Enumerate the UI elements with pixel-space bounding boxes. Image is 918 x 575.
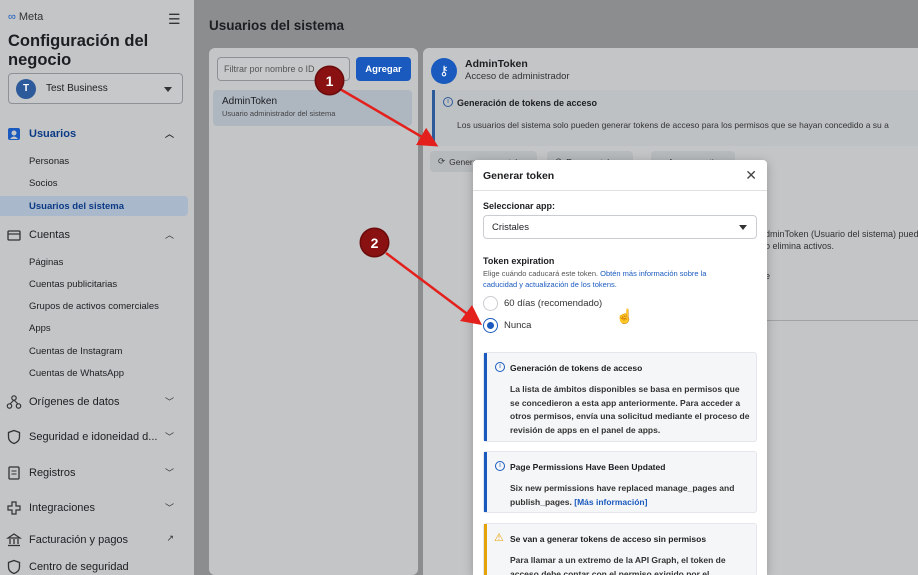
chevron-down-icon: ﹀ [164,397,174,407]
nav-section-seguridad[interactable]: Seguridad e idoneidad d... ﹀ [6,426,188,448]
page-permissions-info-box: i Page Permissions Have Been Updated Six… [483,451,757,513]
radio-60-days-label[interactable]: 60 días (recomendado) [504,298,602,309]
permissions-box-body: Six new permissions have replaced manage… [510,483,735,507]
key-icon: ⚷ [431,58,457,84]
info-icon: i [495,362,505,372]
annotation-badge-1: 1 [316,67,343,94]
meta-logo: ∞ Meta [8,11,44,23]
background-text-line-2: o elimina activos. [765,241,835,251]
business-selector[interactable]: T Test Business [8,73,183,104]
nav-item-apps[interactable]: Apps [0,318,188,338]
nav-item-paginas[interactable]: Páginas [0,252,188,272]
business-name: Test Business [46,83,108,94]
nav-item-grupos-activos[interactable]: Grupos de activos comerciales [0,296,188,316]
page-heading: Configuración del negocio [8,32,149,69]
nav-section-centro-seguridad[interactable]: Centro de seguridad [6,556,188,575]
security-center-icon [6,559,24,575]
annotation-badge-2: 2 [361,229,388,256]
info-icon: i [495,461,505,471]
app-select-dropdown[interactable]: Cristales [483,215,757,239]
sidebar: ∞ Meta ☰ Configuración del negocio T Tes… [0,0,194,575]
nav-item-socios[interactable]: Socios [0,173,188,193]
system-user-description: Usuario administrador del sistema [222,109,336,118]
detail-user-role: Acceso de administrador [465,71,570,82]
divider [765,320,918,321]
generate-token-modal: Generar token ✕ Seleccionar app: Cristal… [473,160,767,575]
add-button[interactable]: Agregar [356,57,411,81]
accounts-icon [6,227,24,243]
background-text-line-1: dminToken (Usuario del sistema) pued [765,229,918,239]
radio-never[interactable] [483,318,498,333]
system-user-list-item[interactable]: AdminToken Usuario administrador del sis… [213,90,412,126]
hamburger-menu-icon[interactable]: ☰ [168,12,181,26]
nav-section-origenes-datos[interactable]: Orígenes de datos ﹀ [6,391,188,413]
caret-down-icon [164,87,172,92]
nav-item-cuentas-instagram[interactable]: Cuentas de Instagram [0,341,188,361]
caret-down-icon [739,225,747,230]
expiration-help-text: Elige cuándo caducará este token. Obtén … [483,269,707,289]
nav-section-cuentas[interactable]: Cuentas ︿ [6,224,188,246]
chevron-up-icon: ︿ [164,129,174,139]
refresh-icon: ⟳ [438,156,446,166]
nav-item-usuarios-del-sistema[interactable]: Usuarios del sistema [0,196,188,216]
no-permissions-warning-box: ⚠ Se van a generar tokens de acceso sin … [483,523,757,575]
nav-section-registros[interactable]: Registros ﹀ [6,462,188,484]
nav-item-cuentas-publicitarias[interactable]: Cuentas publicitarias [0,274,188,294]
nav-section-usuarios[interactable]: Usuarios ︿ [6,123,188,145]
detail-user-name: AdminToken [465,58,528,70]
close-icon[interactable]: ✕ [745,167,757,184]
nav-item-personas[interactable]: Personas [0,151,188,171]
info-box-title: Generación de tokens de acceso [510,363,643,373]
meta-logo-icon: ∞ [8,11,16,23]
modal-title: Generar token [483,170,555,182]
info-accent-bar [484,452,487,512]
access-token-info-banner: i Generación de tokens de acceso Los usu… [432,90,918,146]
warning-box-title: Se van a generar tokens de acceso sin pe… [510,534,707,544]
page-title: Usuarios del sistema [209,18,345,33]
select-app-label: Seleccionar app: [483,201,556,211]
radio-60-days[interactable] [483,296,498,311]
data-sources-icon [6,394,24,410]
hand-cursor-icon: ☝ [616,308,634,324]
system-users-list-panel: Filtrar por nombre o ID Agregar AdminTok… [209,48,418,575]
nav-section-integraciones[interactable]: Integraciones ﹀ [6,497,188,519]
shield-icon [6,429,24,445]
chevron-down-icon: ﹀ [164,468,174,478]
integrations-icon [6,500,24,516]
access-token-info-box: i Generación de tokens de acceso La list… [483,352,757,442]
selected-app-value: Cristales [492,221,529,233]
info-box-body: La lista de ámbitos disponibles se basa … [510,384,750,435]
chevron-up-icon: ︿ [164,230,174,240]
nav-section-facturacion[interactable]: Facturación y pagos ↗ [6,529,188,551]
token-expiration-label: Token expiration [483,256,555,266]
logs-icon [6,465,24,481]
info-icon: i [443,97,453,107]
modal-divider [473,190,767,191]
more-info-link[interactable]: [Más información] [574,497,647,507]
warning-accent-bar [484,524,487,575]
external-link-icon: ↗ [166,533,174,543]
warning-icon: ⚠ [494,532,504,544]
info-banner-body: Los usuarios del sistema solo pueden gen… [457,120,889,130]
business-avatar: T [16,78,36,99]
permissions-box-title: Page Permissions Have Been Updated [510,462,666,472]
radio-never-label[interactable]: Nunca [504,320,531,331]
info-banner-title: Generación de tokens de acceso [457,98,598,108]
system-user-name: AdminToken [222,96,278,107]
users-icon [6,126,24,142]
info-accent-bar [484,353,487,441]
chevron-down-icon: ﹀ [164,432,174,442]
billing-icon [6,532,24,548]
warning-box-body: Para llamar a un extremo de la API Graph… [510,555,726,575]
nav-item-cuentas-whatsapp[interactable]: Cuentas de WhatsApp [0,363,188,383]
chevron-down-icon: ﹀ [164,503,174,513]
